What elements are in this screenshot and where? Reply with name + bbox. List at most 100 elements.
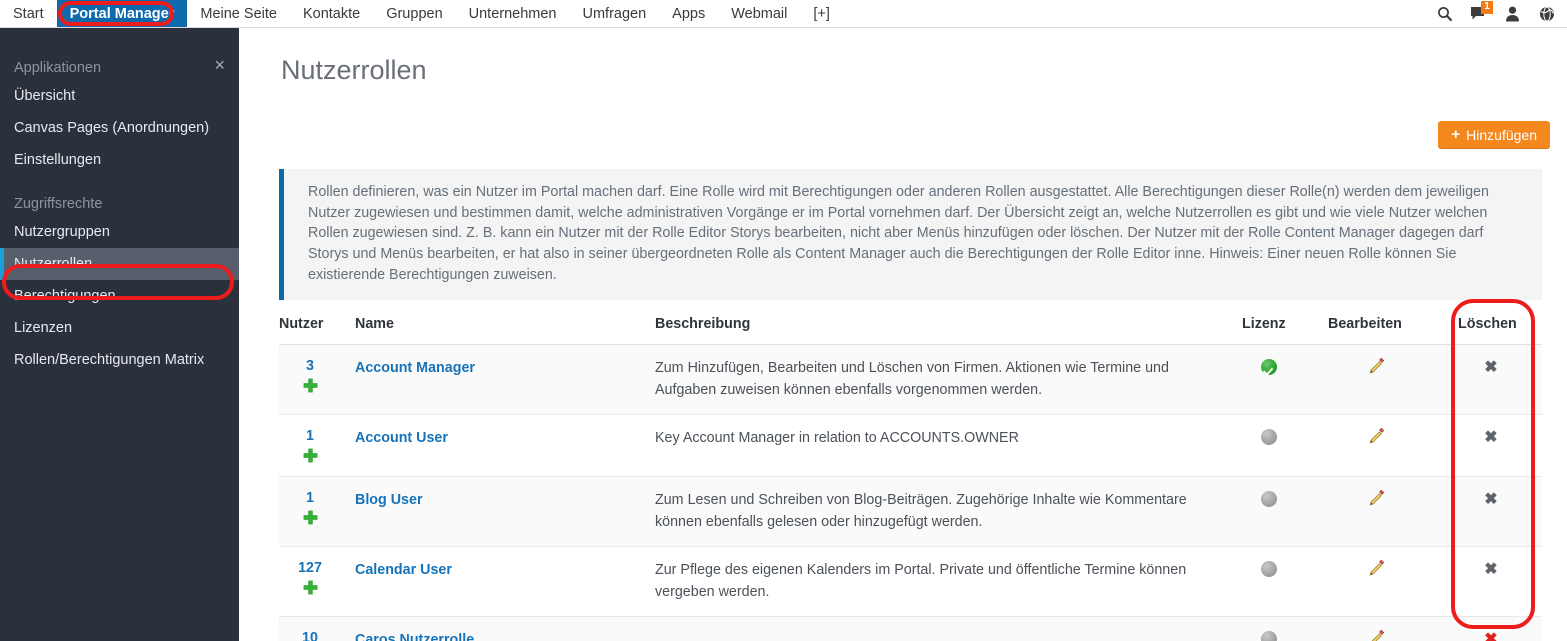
close-icon[interactable]: × — [214, 56, 225, 74]
edit-pencil-icon[interactable] — [1368, 357, 1385, 381]
page-title: Nutzerrollen — [281, 55, 427, 85]
cell-nutzer: 127 — [279, 546, 341, 617]
info-box: Rollen definieren, was ein Nutzer im Por… — [279, 169, 1542, 300]
top-navigation-bar: Start Portal Manager Meine Seite Kontakt… — [0, 0, 1567, 28]
edit-pencil-icon[interactable] — [1368, 427, 1385, 451]
search-icon[interactable] — [1436, 5, 1453, 22]
cell-description: Zur Pflege des eigenen Kalenders im Port… — [641, 546, 1226, 617]
sidebar-item-berechtigungen[interactable]: Berechtigungen — [0, 280, 239, 312]
sidebar-group-applikationen: Applikationen — [14, 60, 102, 76]
cell-lizenz — [1226, 344, 1312, 415]
cell-lizenz — [1226, 546, 1312, 617]
cell-description: Zum Hinzufügen, Bearbeiten und Löschen v… — [641, 344, 1226, 415]
role-name-link[interactable]: Account User — [355, 430, 448, 446]
sidebar-item-label: Rollen/Berechtigungen Matrix — [14, 352, 205, 368]
cell-description: Zum Lesen und Schreiben von Blog-Beiträg… — [641, 476, 1226, 547]
table-row: 127 Calendar User Zur Pflege des eigenen… — [279, 546, 1542, 617]
cell-bearbeiten — [1312, 476, 1440, 547]
add-button-label: Hinzufügen — [1466, 126, 1537, 143]
sidebar-item-nutzerrollen[interactable]: Nutzerrollen — [0, 248, 239, 280]
nav-item-webmail[interactable]: Webmail — [718, 0, 800, 27]
user-count[interactable]: 1 — [279, 427, 341, 446]
license-inactive-icon — [1261, 561, 1277, 577]
nav-item-add-more[interactable]: [+] — [800, 0, 843, 27]
cell-loeschen: ✖ — [1440, 476, 1542, 547]
sidebar-item-label: Canvas Pages (Anordnungen) — [14, 120, 210, 136]
sidebar-item-rollen-matrix[interactable]: Rollen/Berechtigungen Matrix — [0, 344, 239, 376]
chat-icon[interactable]: 1 — [1470, 1, 1493, 22]
column-header-bearbeiten[interactable]: Bearbeiten — [1312, 305, 1440, 345]
role-name-link[interactable]: Account Manager — [355, 360, 475, 376]
cell-bearbeiten — [1312, 616, 1440, 641]
nav-item-umfragen[interactable]: Umfragen — [570, 0, 660, 27]
delete-x-icon-highlighted[interactable]: ✖ — [1484, 631, 1497, 641]
sidebar-item-label: Lizenzen — [14, 320, 73, 336]
license-active-icon — [1261, 359, 1277, 375]
nav-item-unternehmen[interactable]: Unternehmen — [456, 0, 570, 27]
nav-item-kontakte[interactable]: Kontakte — [290, 0, 373, 27]
role-name-link[interactable]: Blog User — [355, 492, 423, 508]
column-header-name[interactable]: Name — [341, 305, 641, 345]
chat-badge-count: 1 — [1481, 1, 1493, 14]
cell-description: Key Account Manager in relation to ACCOU… — [641, 414, 1226, 477]
globe-icon[interactable] — [1538, 5, 1555, 22]
sidebar-item-label: Nutzergruppen — [14, 224, 110, 240]
user-icon[interactable] — [1504, 5, 1521, 22]
delete-x-icon[interactable]: ✖ — [1484, 491, 1497, 508]
cell-nutzer: 10 — [279, 616, 341, 641]
table-row: 10 Caros Nutzerrolle ✖ — [279, 616, 1542, 641]
edit-pencil-icon[interactable] — [1368, 559, 1385, 583]
role-name-link[interactable]: Caros Nutzerrolle — [355, 632, 474, 641]
delete-x-icon[interactable]: ✖ — [1484, 429, 1497, 446]
sidebar-item-einstellungen[interactable]: Einstellungen — [0, 144, 239, 176]
cell-lizenz — [1226, 616, 1312, 641]
column-header-nutzer[interactable]: Nutzer — [279, 305, 341, 345]
sidebar-item-nutzergruppen[interactable]: Nutzergruppen — [0, 216, 239, 248]
cell-loeschen: ✖ — [1440, 414, 1542, 477]
sidebar-group-zugriffsrechte: Zugriffsrechte — [14, 196, 103, 212]
nav-item-apps[interactable]: Apps — [659, 0, 718, 27]
plus-icon: + — [1451, 126, 1461, 143]
delete-x-icon[interactable]: ✖ — [1484, 359, 1497, 376]
user-count[interactable]: 10 — [279, 629, 341, 641]
user-count[interactable]: 127 — [279, 559, 341, 578]
role-name-link[interactable]: Calendar User — [355, 562, 452, 578]
user-count[interactable]: 3 — [279, 357, 341, 376]
nav-item-gruppen[interactable]: Gruppen — [373, 0, 455, 27]
cell-bearbeiten — [1312, 414, 1440, 477]
table-body: 3 Account Manager Zum Hinzufügen, Bearbe… — [279, 344, 1542, 641]
table-header-row: Nutzer Name Beschreibung Lizenz Bearbeit… — [279, 305, 1542, 345]
cell-description — [641, 616, 1226, 641]
nav-item-portal-manager[interactable]: Portal Manager — [56, 0, 188, 27]
add-user-plus-icon[interactable] — [303, 448, 318, 463]
cell-lizenz — [1226, 476, 1312, 547]
cell-loeschen: ✖ — [1440, 616, 1542, 641]
main-content: Nutzerrollen + Hinzufügen Rollen definie… — [239, 28, 1567, 641]
edit-pencil-icon[interactable] — [1368, 489, 1385, 513]
nav-item-start[interactable]: Start — [0, 0, 57, 27]
sidebar-item-uebersicht[interactable]: Übersicht — [0, 80, 239, 112]
column-header-lizenz[interactable]: Lizenz — [1226, 305, 1312, 345]
cell-nutzer: 3 — [279, 344, 341, 415]
cell-name: Account Manager — [341, 344, 641, 415]
license-inactive-icon — [1261, 491, 1277, 507]
sidebar-item-canvas-pages[interactable]: Canvas Pages (Anordnungen) — [0, 112, 239, 144]
column-header-beschreibung[interactable]: Beschreibung — [641, 305, 1226, 345]
delete-x-icon[interactable]: ✖ — [1484, 561, 1497, 578]
add-user-plus-icon[interactable] — [303, 580, 318, 595]
edit-pencil-icon[interactable] — [1368, 629, 1385, 641]
cell-name: Calendar User — [341, 546, 641, 617]
license-inactive-icon — [1261, 631, 1277, 641]
sidebar-item-lizenzen[interactable]: Lizenzen — [0, 312, 239, 344]
user-count[interactable]: 1 — [279, 489, 341, 508]
cell-nutzer: 1 — [279, 476, 341, 547]
roles-table: Nutzer Name Beschreibung Lizenz Bearbeit… — [279, 305, 1542, 641]
nav-item-meine-seite[interactable]: Meine Seite — [187, 0, 290, 27]
add-user-plus-icon[interactable] — [303, 510, 318, 525]
column-header-loeschen[interactable]: Löschen — [1440, 305, 1542, 345]
license-inactive-icon — [1261, 429, 1277, 445]
cell-lizenz — [1226, 414, 1312, 477]
add-button[interactable]: + Hinzufügen — [1438, 121, 1550, 148]
add-user-plus-icon[interactable] — [303, 378, 318, 393]
